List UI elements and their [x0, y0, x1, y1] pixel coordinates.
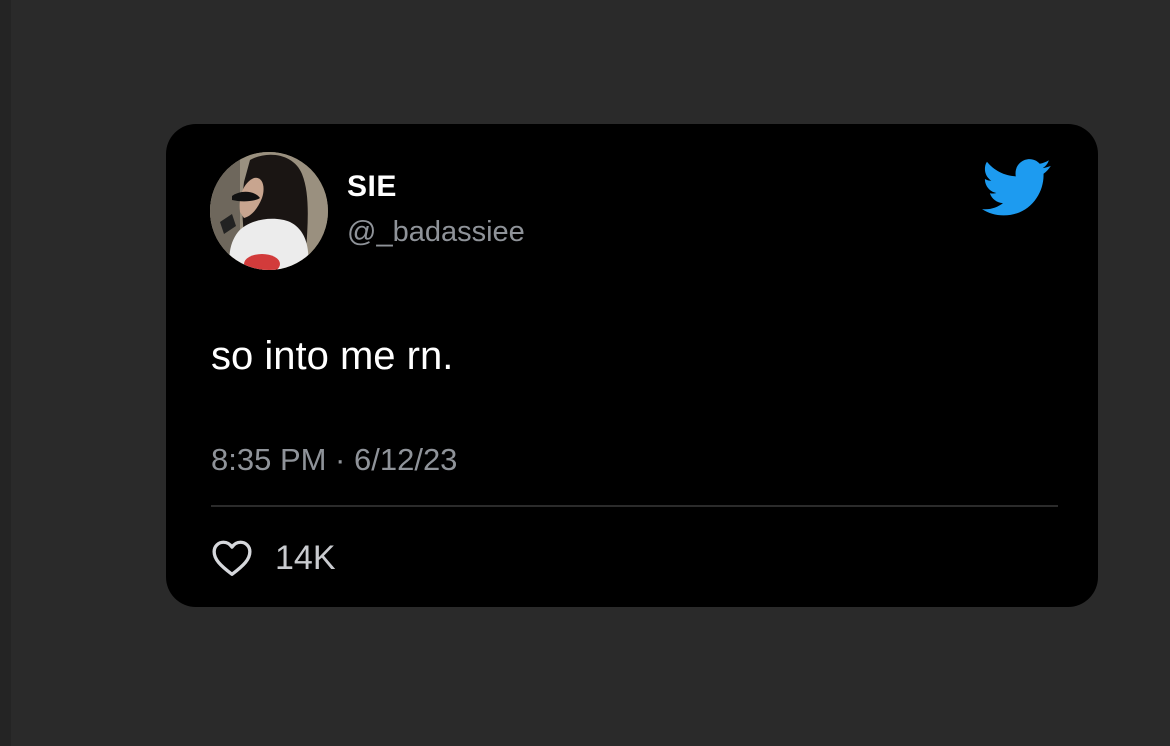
avatar-photo	[210, 152, 328, 270]
tweet-timestamp[interactable]: 8:35 PM · 6/12/23	[211, 442, 457, 478]
tweet-text: so into me rn.	[211, 334, 454, 378]
like-button[interactable]: 14K	[211, 536, 336, 580]
twitter-bird-icon[interactable]	[982, 158, 1052, 218]
like-count: 14K	[275, 538, 336, 577]
divider	[211, 505, 1058, 507]
display-name[interactable]: SIE	[347, 170, 397, 204]
screenshot-stage: SIE @_badassiee so into me rn. 8:35 PM ·…	[0, 0, 1170, 746]
left-edge-strip	[0, 0, 11, 746]
heart-icon[interactable]	[211, 538, 253, 578]
avatar[interactable]	[210, 152, 328, 270]
tweet-card[interactable]: SIE @_badassiee so into me rn. 8:35 PM ·…	[166, 124, 1098, 607]
user-handle[interactable]: @_badassiee	[347, 216, 525, 249]
